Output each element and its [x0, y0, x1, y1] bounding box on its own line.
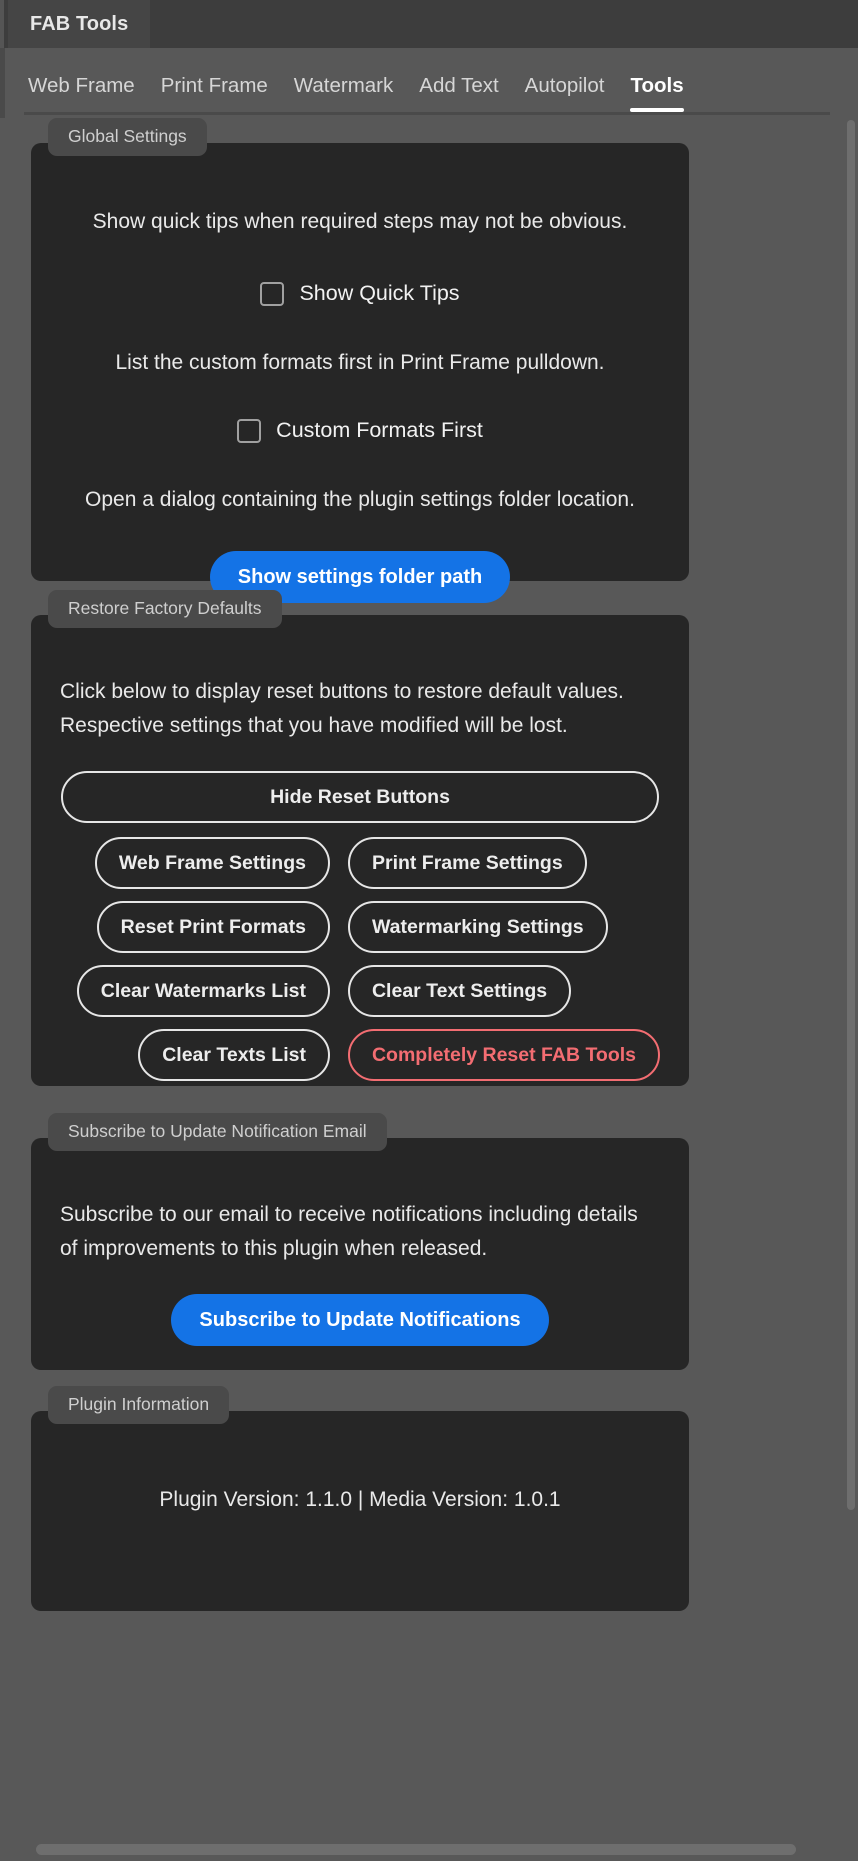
- clear-watermarks-list-button[interactable]: Clear Watermarks List: [76, 965, 330, 1018]
- tab-watermark[interactable]: Watermark: [294, 74, 393, 112]
- plugin-panel: FAB Tools Web Frame Print Frame Watermar…: [0, 0, 858, 1861]
- settings-folder-description: Open a dialog containing the plugin sett…: [85, 488, 635, 512]
- horizontal-scrollbar[interactable]: [0, 1839, 858, 1861]
- clear-texts-list-button[interactable]: Clear Texts List: [138, 1029, 330, 1082]
- tab-autopilot[interactable]: Autopilot: [525, 74, 605, 112]
- global-settings-card: Global Settings Show quick tips when req…: [31, 118, 689, 604]
- subscribe-description-line1: Subscribe to our email to receive notifi…: [60, 1203, 638, 1226]
- titlebar-left-edge: [0, 0, 4, 48]
- vertical-scrollbar-thumb[interactable]: [847, 120, 855, 1510]
- tab-add-text[interactable]: Add Text: [419, 74, 498, 112]
- tab-print-frame-label: Print Frame: [160, 74, 268, 97]
- clear-text-settings-button[interactable]: Clear Text Settings: [347, 965, 572, 1018]
- panel-tab-fab-tools[interactable]: FAB Tools: [8, 0, 151, 48]
- quick-tips-checkbox[interactable]: [260, 281, 285, 306]
- tab-tools[interactable]: Tools: [630, 74, 684, 112]
- plugin-info-header: Plugin Information: [48, 1386, 230, 1424]
- horizontal-scrollbar-thumb[interactable]: [36, 1844, 796, 1855]
- subscribe-card: Subscribe to Update Notification Email S…: [31, 1113, 689, 1370]
- quick-tips-checkbox-row[interactable]: Show Quick Tips: [61, 281, 659, 306]
- reset-web-frame-settings-button[interactable]: Web Frame Settings: [94, 837, 330, 890]
- hide-reset-buttons-button[interactable]: Hide Reset Buttons: [61, 771, 659, 824]
- restore-defaults-description-line1: Click below to display reset buttons to …: [60, 680, 624, 703]
- custom-formats-checkbox[interactable]: [237, 418, 262, 443]
- scroll-content: Global Settings Show quick tips when req…: [0, 118, 858, 1861]
- tab-bar: Web Frame Print Frame Watermark Add Text…: [0, 48, 858, 118]
- vertical-scrollbar[interactable]: [844, 118, 858, 1818]
- custom-formats-description: List the custom formats first in Print F…: [115, 351, 605, 375]
- tab-bar-divider: [24, 112, 830, 115]
- tab-list: Web Frame Print Frame Watermark Add Text…: [28, 74, 684, 112]
- completely-reset-fab-tools-button[interactable]: Completely Reset FAB Tools: [347, 1029, 660, 1082]
- reset-watermarking-settings-button[interactable]: Watermarking Settings: [347, 901, 608, 954]
- quick-tips-checkbox-label: Show Quick Tips: [299, 281, 460, 306]
- reset-buttons-grid: Web Frame Settings Print Frame Settings …: [60, 837, 660, 1082]
- quick-tips-description: Show quick tips when required steps may …: [92, 210, 628, 233]
- tab-autopilot-label: Autopilot: [524, 74, 605, 97]
- custom-formats-checkbox-row[interactable]: Custom Formats First: [61, 418, 659, 443]
- tab-watermark-label: Watermark: [293, 74, 394, 97]
- restore-defaults-description-line2: Respective settings that you have modifi…: [60, 714, 568, 738]
- plugin-info-card: Plugin Information Plugin Version: 1.1.0…: [31, 1386, 689, 1611]
- subscribe-description-line2: of improvements to this plugin when rele…: [60, 1237, 488, 1261]
- tab-print-frame[interactable]: Print Frame: [161, 74, 268, 112]
- titlebar: FAB Tools: [0, 0, 858, 48]
- custom-formats-checkbox-label: Custom Formats First: [276, 418, 483, 443]
- subscribe-header: Subscribe to Update Notification Email: [48, 1113, 387, 1151]
- reset-print-formats-button[interactable]: Reset Print Formats: [96, 901, 330, 954]
- restore-defaults-card: Restore Factory Defaults Click below to …: [31, 590, 689, 1086]
- plugin-version-text: Plugin Version: 1.1.0 | Media Version: 1…: [159, 1488, 561, 1511]
- restore-defaults-header: Restore Factory Defaults: [48, 590, 282, 628]
- tab-web-frame[interactable]: Web Frame: [28, 74, 135, 112]
- panel-tab-label: FAB Tools: [30, 12, 129, 35]
- global-settings-header: Global Settings: [48, 118, 207, 156]
- subscribe-to-update-notifications-button[interactable]: Subscribe to Update Notifications: [171, 1294, 549, 1347]
- tab-add-text-label: Add Text: [419, 74, 499, 97]
- tab-tools-label: Tools: [630, 74, 684, 97]
- tab-web-frame-label: Web Frame: [28, 74, 135, 97]
- tab-bar-left-edge: [0, 48, 5, 118]
- reset-print-frame-settings-button[interactable]: Print Frame Settings: [347, 837, 587, 890]
